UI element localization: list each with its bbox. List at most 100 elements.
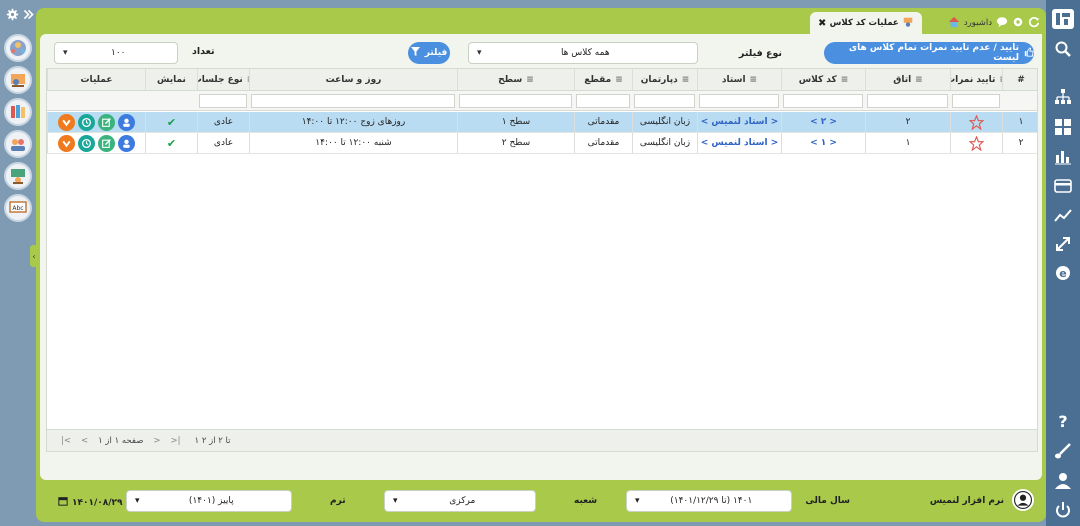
approve-star-button[interactable] <box>950 112 1002 132</box>
col-session-type[interactable]: نوع جلسات ≡ <box>197 69 249 90</box>
edit-button[interactable] <box>98 134 115 152</box>
refresh-icon[interactable] <box>1028 16 1040 31</box>
row-session-type: عادی <box>197 112 249 132</box>
shortcut-books-icon[interactable] <box>4 98 32 126</box>
tab-close-icon[interactable]: ✖ <box>818 18 826 29</box>
count-value: ۱۰۰ <box>111 48 126 58</box>
row-room: ۲ <box>865 112 950 132</box>
expand-arrows-icon[interactable] <box>1051 233 1075 255</box>
expand-chevron-button[interactable] <box>58 113 75 131</box>
tab-active-label: عملیات کد کلاس <box>829 18 899 28</box>
prev-page-icon[interactable]: < <box>81 436 88 446</box>
shortcut-abc-board-icon[interactable]: Abc <box>4 194 32 222</box>
expand-chevron-button[interactable] <box>58 134 75 152</box>
students-button[interactable] <box>118 134 135 152</box>
approve-all-grades-button[interactable]: تایید / عدم تایید نمرات تمام کلاس های لی… <box>824 42 1034 64</box>
col-segment[interactable]: مقطع ≡ <box>574 69 632 90</box>
clock-button[interactable] <box>78 134 95 152</box>
students-button[interactable] <box>118 113 135 131</box>
range-text: ۱ تا ۲ از ۲ <box>194 435 231 446</box>
line-chart-icon[interactable] <box>1051 204 1075 226</box>
org-chart-icon[interactable] <box>1051 86 1075 108</box>
row-segment: مقدماتی <box>574 112 632 132</box>
filter-class-code-input[interactable] <box>783 94 863 108</box>
tab-dashboard[interactable]: داشبورد <box>926 12 1046 34</box>
row-level: سطح ۲ <box>457 133 574 153</box>
chat-bubble-icon[interactable] <box>996 16 1008 31</box>
col-room[interactable]: اتاق ≡ <box>865 69 950 90</box>
filter-session-type-input[interactable] <box>199 94 247 108</box>
filter-button[interactable]: فیلتر <box>408 42 450 64</box>
help-question-icon[interactable]: ? <box>1051 410 1075 432</box>
filter-room-input[interactable] <box>867 94 948 108</box>
count-select[interactable]: ▾ ۱۰۰ <box>54 42 178 64</box>
column-menu-icon[interactable]: ≡ <box>841 75 849 85</box>
svg-text:e: e <box>1059 267 1066 280</box>
filter-type-label: نوع فیلتر <box>738 48 782 59</box>
col-teacher[interactable]: استاد ≡ <box>697 69 781 90</box>
app-logo-icon[interactable] <box>1051 8 1075 30</box>
shortcut-network-icon[interactable] <box>4 34 32 62</box>
fiscal-year-label: سال مالی <box>805 496 850 506</box>
row-display-check-icon: ✔ <box>145 112 197 132</box>
row-level: سطح ۱ <box>457 112 574 132</box>
row-teacher-link[interactable]: < استاد لنمیس > <box>697 133 781 153</box>
table-row[interactable]: ۱ ۲ < ۲ > < استاد لنمیس > زبان انگلیسی م… <box>47 112 1037 133</box>
approve-star-button[interactable] <box>950 133 1002 153</box>
table-row[interactable]: ۲ ۱ < ۱ > < استاد لنمیس > زبان انگلیسی م… <box>47 133 1037 154</box>
next-page-icon[interactable]: > <box>153 436 160 446</box>
fiscal-year-select[interactable]: ▾ (تا ۱۴۰۱/۱۲/۲۹) ۱۴۰۱ <box>626 490 792 512</box>
row-department: زبان انگلیسی <box>632 112 697 132</box>
filter-teacher-input[interactable] <box>699 94 779 108</box>
row-class-code-link[interactable]: < ۲ > <box>781 112 865 132</box>
filter-department-input[interactable] <box>634 94 695 108</box>
column-menu-icon[interactable]: ≡ <box>247 75 249 85</box>
row-class-code-link[interactable]: < ۱ > <box>781 133 865 153</box>
column-menu-icon[interactable]: ≡ <box>526 75 534 85</box>
power-icon[interactable] <box>1051 499 1075 521</box>
filter-segment-input[interactable] <box>576 94 630 108</box>
last-page-icon[interactable]: >| <box>171 436 181 446</box>
branch-select[interactable]: ▾ مرکزی <box>384 490 536 512</box>
search-icon[interactable] <box>1051 38 1075 60</box>
col-level[interactable]: سطح ≡ <box>457 69 574 90</box>
user-avatar-icon[interactable] <box>1012 489 1034 511</box>
term-select[interactable]: ▾ پاییز (۱۴۰۱) <box>126 490 292 512</box>
tab-class-code-operations[interactable]: عملیات کد کلاس ✖ <box>810 12 922 34</box>
class-code-grid: # تایید نمرات≡ اتاق≡ کد کلاس≡ استاد≡ دپا… <box>46 68 1038 452</box>
filter-level-input[interactable] <box>459 94 572 108</box>
expand-double-chevron-icon[interactable] <box>22 8 35 24</box>
settings-gear-icon[interactable] <box>6 8 19 24</box>
filter-type-select[interactable]: ▾ همه کلاس ها <box>468 42 698 64</box>
filter-schedule-input[interactable] <box>251 94 455 108</box>
right-nav-bar: e ? <box>1046 0 1080 526</box>
grid-pagination: |< < صفحه ۱ از ۱ > >| ۱ تا ۲ از ۲ <box>47 429 1037 451</box>
column-menu-icon[interactable]: ≡ <box>915 75 923 85</box>
col-approve[interactable]: تایید نمرات≡ <box>950 69 1002 90</box>
column-menu-icon[interactable]: ≡ <box>999 75 1002 85</box>
clock-button[interactable] <box>78 113 95 131</box>
col-department[interactable]: دپارتمان ≡ <box>632 69 697 90</box>
shortcut-classroom-icon[interactable] <box>4 162 32 190</box>
user-profile-icon[interactable] <box>1051 470 1075 492</box>
tab-class-icon <box>902 16 914 31</box>
credit-card-icon[interactable] <box>1051 175 1075 197</box>
browser-e-icon[interactable]: e <box>1051 262 1075 284</box>
filter-approve-input[interactable] <box>952 94 1000 108</box>
calendar-icon[interactable] <box>58 496 68 509</box>
shortcut-students-icon[interactable] <box>4 130 32 158</box>
row-teacher-link[interactable]: < استاد لنمیس > <box>697 112 781 132</box>
column-menu-icon[interactable]: ≡ <box>682 75 690 85</box>
first-page-icon[interactable]: |< <box>61 436 71 446</box>
edit-button[interactable] <box>98 113 115 131</box>
brush-icon[interactable] <box>1051 440 1075 462</box>
column-menu-icon[interactable]: ≡ <box>615 75 623 85</box>
col-class-code[interactable]: کد کلاس ≡ <box>781 69 865 90</box>
bar-chart-icon[interactable] <box>1051 145 1075 167</box>
gear-icon[interactable] <box>1012 16 1024 31</box>
shortcut-teacher-icon[interactable] <box>4 66 32 94</box>
col-schedule[interactable]: روز و ساعت <box>249 69 457 90</box>
column-menu-icon[interactable]: ≡ <box>750 75 758 85</box>
grid-tiles-icon[interactable] <box>1051 116 1075 138</box>
content-panel: تایید / عدم تایید نمرات تمام کلاس های لی… <box>40 34 1042 480</box>
